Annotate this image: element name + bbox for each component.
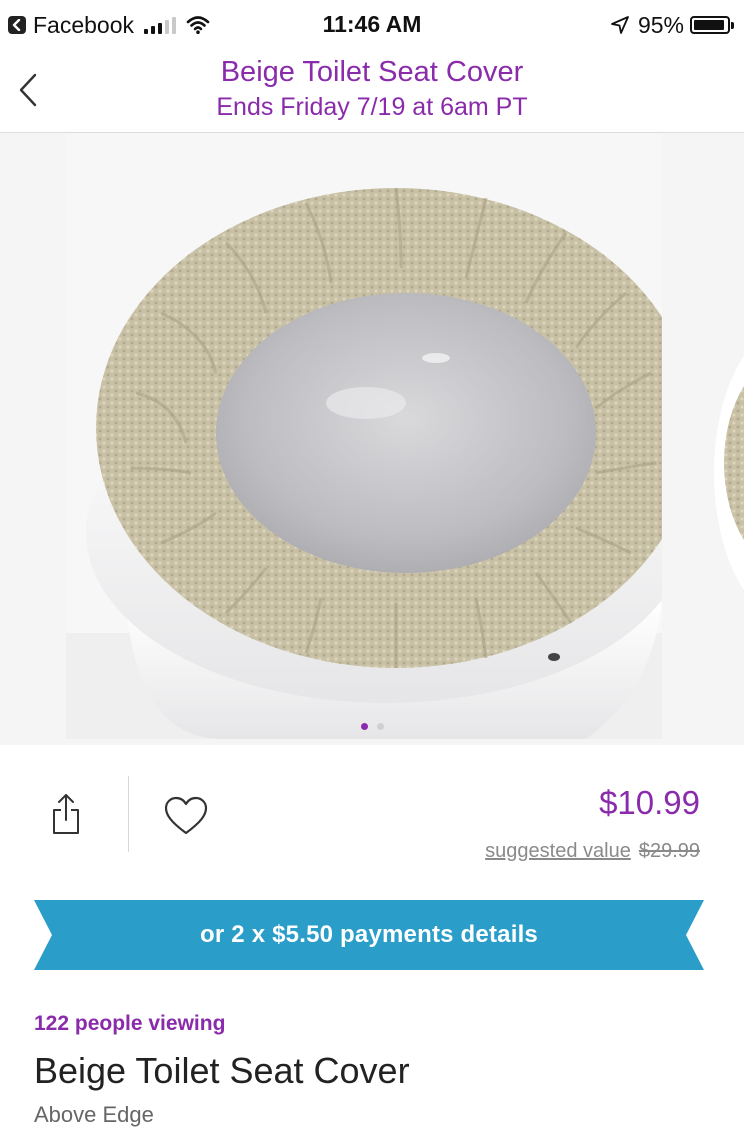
brand-name[interactable]: Above Edge [34,1102,154,1128]
payments-details-label: or 2 x $5.50 payments details [200,921,538,948]
sale-end-subtitle: Ends Friday 7/19 at 6am PT [216,93,528,121]
heart-icon [164,796,208,835]
status-bar: Facebook 11:46 AM 95% [0,0,744,50]
favorite-button[interactable] [162,794,210,838]
action-price-row: $10.99 suggested value $29.99 [0,746,744,886]
battery-icon [690,16,730,34]
page-title: Beige Toilet Seat Cover [220,56,524,88]
status-right: 95% [610,11,734,39]
carousel-dot-1[interactable] [360,723,368,730]
share-button[interactable] [48,790,84,838]
battery-fill [694,20,725,30]
suggested-value-label[interactable]: suggested value [485,840,631,862]
suggested-value-price: $29.99 [638,840,700,862]
battery-nub [731,21,734,29]
payments-details-banner[interactable]: or 2 x $5.50 payments details [34,900,704,970]
action-divider [128,776,129,852]
viewer-count: 122 people viewing [34,1012,226,1035]
nav-header: Beige Toilet Seat Cover Ends Friday 7/19… [0,50,744,133]
carousel-dot-2[interactable] [376,723,384,730]
share-icon [53,794,79,834]
sale-price: $10.99 [599,784,700,821]
suggested-value-row: suggested value $29.99 [485,840,700,863]
product-photo[interactable] [66,133,662,739]
product-image-carousel[interactable] [0,133,744,745]
carousel-pagination [0,723,744,730]
location-arrow-icon [611,16,629,34]
battery-percent: 95% [637,11,684,38]
product-title: Beige Toilet Seat Cover [34,1050,410,1091]
next-photo-preview[interactable] [704,313,744,643]
